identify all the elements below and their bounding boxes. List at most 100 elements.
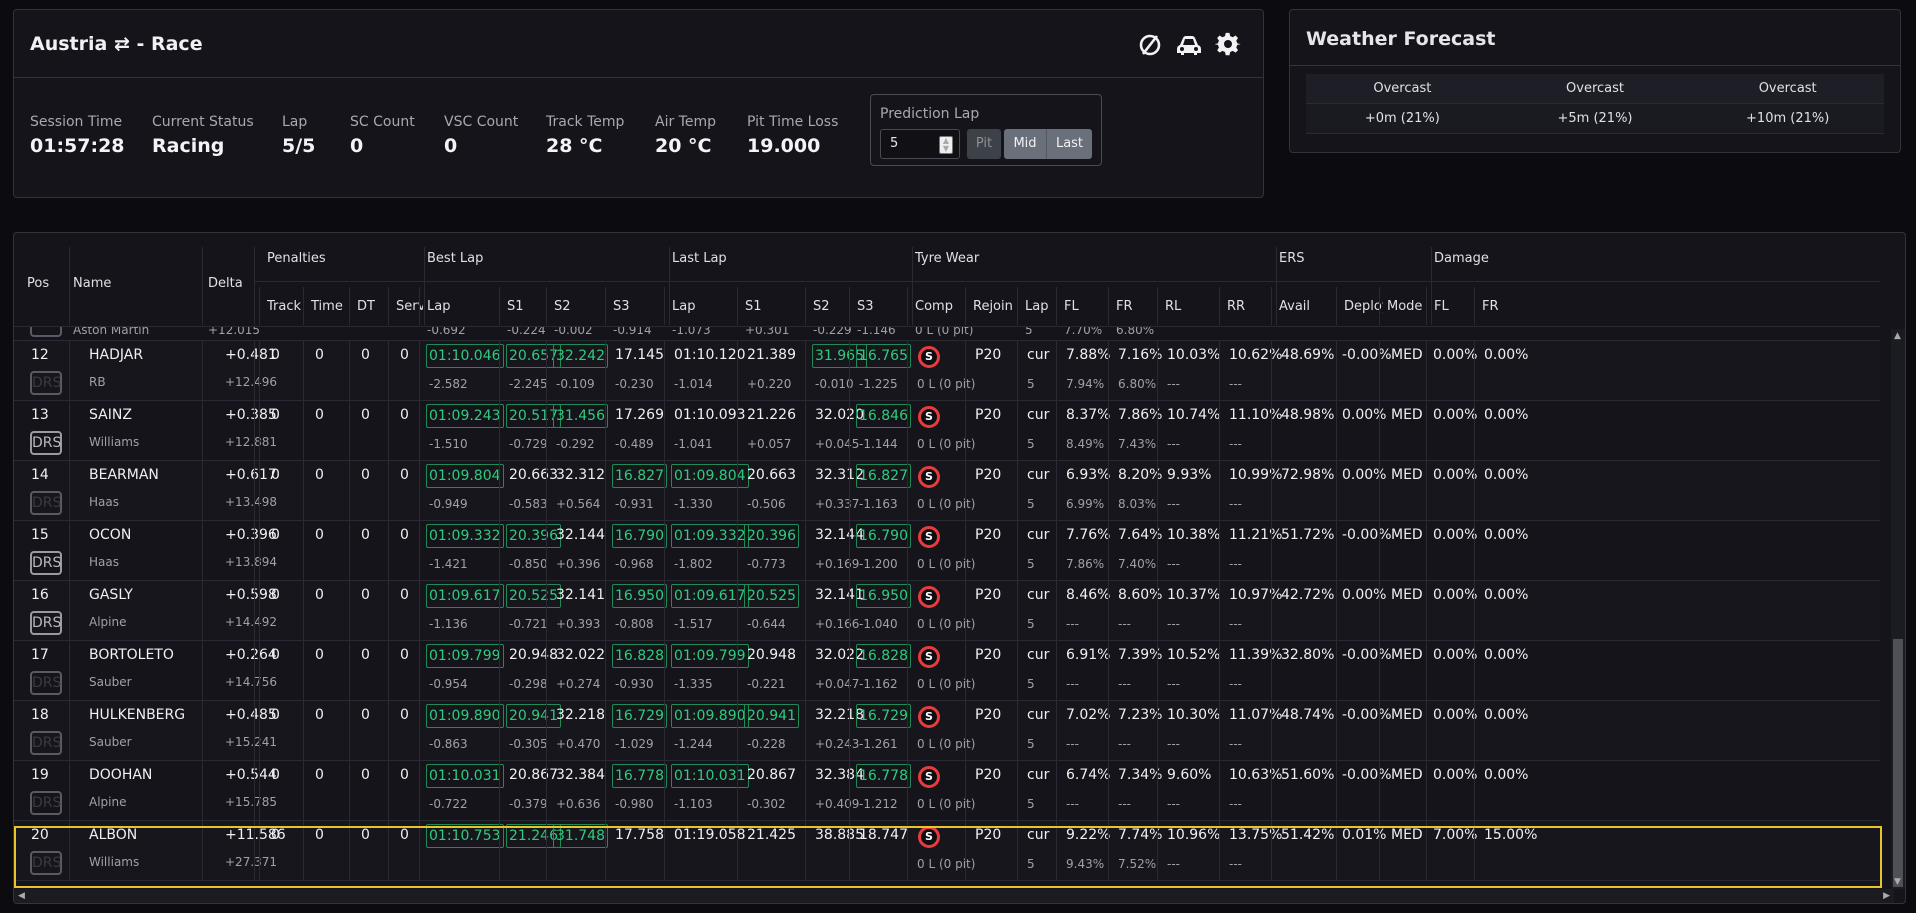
tyre-wear-rl-prev: ---	[1167, 557, 1180, 571]
pit-info: 0 L (0 pit)	[917, 857, 976, 871]
column-header-ers-mode[interactable]: Mode	[1387, 299, 1430, 314]
column-divider	[202, 821, 203, 881]
scrollbar-thumb[interactable]	[1893, 639, 1903, 887]
prediction-lap-label: Prediction Lap	[880, 106, 980, 122]
table-row[interactable]: 14 DRS BEARMAN Haas +0.617 +13.498 0 0 0 0 01:09.8…	[14, 461, 1880, 521]
position: 18	[31, 707, 49, 723]
gap: +14.756	[225, 675, 278, 689]
column-header-rejoin[interactable]: Rejoin	[973, 299, 1021, 314]
tyre-wear-rl: 9.93%	[1167, 467, 1212, 483]
last-delta: -1.225	[859, 377, 898, 391]
damage-fl: 0.00%	[1433, 467, 1478, 483]
session-title: Austria ⇄ - Race	[30, 32, 203, 55]
team-name: Williams	[89, 855, 140, 869]
weather-condition: Overcast	[1566, 81, 1624, 96]
column-divider	[349, 461, 350, 521]
column-divider	[907, 641, 908, 701]
ers-avail: 48.98%	[1281, 407, 1335, 423]
table-row[interactable]: 12 DRS HADJAR RB +0.481 +12.496 0 0 0 0 01:10.046-…	[14, 341, 1880, 401]
column-divider	[259, 641, 260, 701]
column-header-best-s2[interactable]: S2	[554, 299, 609, 314]
column-divider	[1426, 701, 1427, 761]
table-row[interactable]: 19 DRS DOOHAN Alpine +0.544 +15.785 0 0 0 0 01:10.…	[14, 761, 1880, 821]
damage-fl: 0.00%	[1433, 407, 1478, 423]
column-header-ers-avail[interactable]: Avail	[1279, 299, 1340, 314]
gear-icon[interactable]	[1215, 32, 1241, 58]
column-divider	[1056, 581, 1057, 641]
table-row[interactable]: 16 DRS GASLY Alpine +0.598 +14.492 0 0 0 0 01:09.6…	[14, 581, 1880, 641]
last-lap-cell: 01:10.120	[674, 347, 746, 363]
column-header-dt[interactable]: DT	[357, 299, 392, 314]
car-icon[interactable]	[1175, 32, 1203, 58]
horizontal-scrollbar[interactable]: ◀ ▶	[14, 889, 1894, 903]
column-divider	[737, 341, 738, 401]
scroll-down-icon[interactable]: ▼	[1894, 877, 1901, 887]
scroll-up-icon[interactable]: ▲	[1894, 331, 1901, 341]
table-row[interactable]: 13 DRS SAINZ Williams +0.385 +12.881 0 0 0 0 01:09…	[14, 401, 1880, 461]
weather-panel: Weather Forecast Overcast Overcast Overc…	[1289, 9, 1901, 153]
tyre-wear-fl-prev: 8.49%	[1066, 437, 1105, 451]
last-delta: -0.506	[747, 497, 786, 511]
table-row[interactable]: 17 DRS BORTOLETO Sauber +0.264 +14.756 0 0 0 0 01:…	[14, 641, 1880, 701]
rejoin-position: P20	[975, 827, 1002, 843]
column-header-last-s3[interactable]: S3	[857, 299, 911, 314]
column-header-comp[interactable]: Comp	[915, 299, 969, 314]
column-header-ers-deploy[interactable]: Deploy	[1344, 299, 1383, 314]
penalty-value: 0	[400, 347, 409, 363]
pit-info: 0 L (0 pit)	[917, 437, 976, 451]
column-divider	[1108, 701, 1109, 761]
tyre-lap: cur	[1027, 527, 1050, 543]
column-divider	[349, 521, 350, 581]
column-header-best-s3[interactable]: S3	[613, 299, 668, 314]
no-entry-icon[interactable]	[1137, 32, 1163, 58]
column-header-tyre-rl[interactable]: RL	[1165, 299, 1223, 314]
column-divider	[349, 581, 350, 641]
table-row[interactable]: 15 DRS OCON Haas +0.396 +13.894 0 0 0 0 01:09.332-…	[14, 521, 1880, 581]
column-divider	[419, 761, 420, 821]
prediction-lap-input[interactable]: 5 ▲ ▼	[880, 129, 960, 159]
vertical-scrollbar[interactable]: ▲ ▼	[1891, 329, 1905, 889]
table-row[interactable]: 18 DRS HULKENBERG Sauber +0.485 +15.241 0 0 0 0 01…	[14, 701, 1880, 761]
column-header-best-lap[interactable]: Lap	[427, 299, 503, 314]
column-divider	[1056, 287, 1057, 325]
spinner-arrows-icon[interactable]: ▲ ▼	[939, 136, 953, 154]
column-divider	[419, 641, 420, 701]
column-header-last-s2[interactable]: S2	[813, 299, 853, 314]
mid-button[interactable]: Mid	[1004, 129, 1046, 159]
column-header-tyre-fr[interactable]: FR	[1116, 299, 1161, 314]
column-divider	[737, 521, 738, 581]
column-header-track[interactable]: Track	[267, 299, 307, 314]
column-divider	[1336, 821, 1337, 881]
column-header-tyre-fl[interactable]: FL	[1064, 299, 1112, 314]
column-divider	[907, 287, 908, 325]
column-header-damage-fl[interactable]: FL	[1434, 299, 1478, 314]
tyre-lap: cur	[1027, 767, 1050, 783]
best-delta: -0.109	[556, 377, 595, 391]
column-header-tyre-rr[interactable]: RR	[1227, 299, 1275, 314]
pit-button[interactable]: Pit	[967, 129, 1001, 159]
column-header-name: Name	[73, 276, 112, 291]
scroll-right-icon[interactable]: ▶	[1883, 891, 1890, 901]
column-header-last-lap[interactable]: Lap	[672, 299, 741, 314]
column-header-last-s1[interactable]: S1	[745, 299, 809, 314]
column-divider	[1474, 581, 1475, 641]
column-divider	[1336, 401, 1337, 461]
last-button[interactable]: Last	[1046, 129, 1092, 159]
gap: +13.894	[225, 555, 278, 569]
last-delta: +0.166	[815, 617, 860, 631]
column-divider	[499, 521, 500, 581]
table-row[interactable]: 20 DRS ALBON Williams +11.586 +27.371 0 0 0 0 01:1…	[14, 821, 1880, 881]
column-divider	[1379, 701, 1380, 761]
damage-fr: 0.00%	[1484, 647, 1529, 663]
column-header-tyre-lap[interactable]: Lap	[1025, 299, 1060, 314]
column-divider	[664, 521, 665, 581]
scroll-left-icon[interactable]: ◀	[18, 891, 25, 901]
best-delta: -1.136	[429, 617, 468, 631]
ers-deploy: -0.00%	[1342, 647, 1392, 663]
damage-fr: 15.00%	[1484, 827, 1538, 843]
column-header-time[interactable]: Time	[311, 299, 353, 314]
column-header-damage-fr[interactable]: FR	[1482, 299, 1542, 314]
stat-vsc-count: VSC Count 0	[444, 114, 518, 157]
column-header-best-s1[interactable]: S1	[507, 299, 550, 314]
last-delta: +0.243	[815, 737, 860, 751]
